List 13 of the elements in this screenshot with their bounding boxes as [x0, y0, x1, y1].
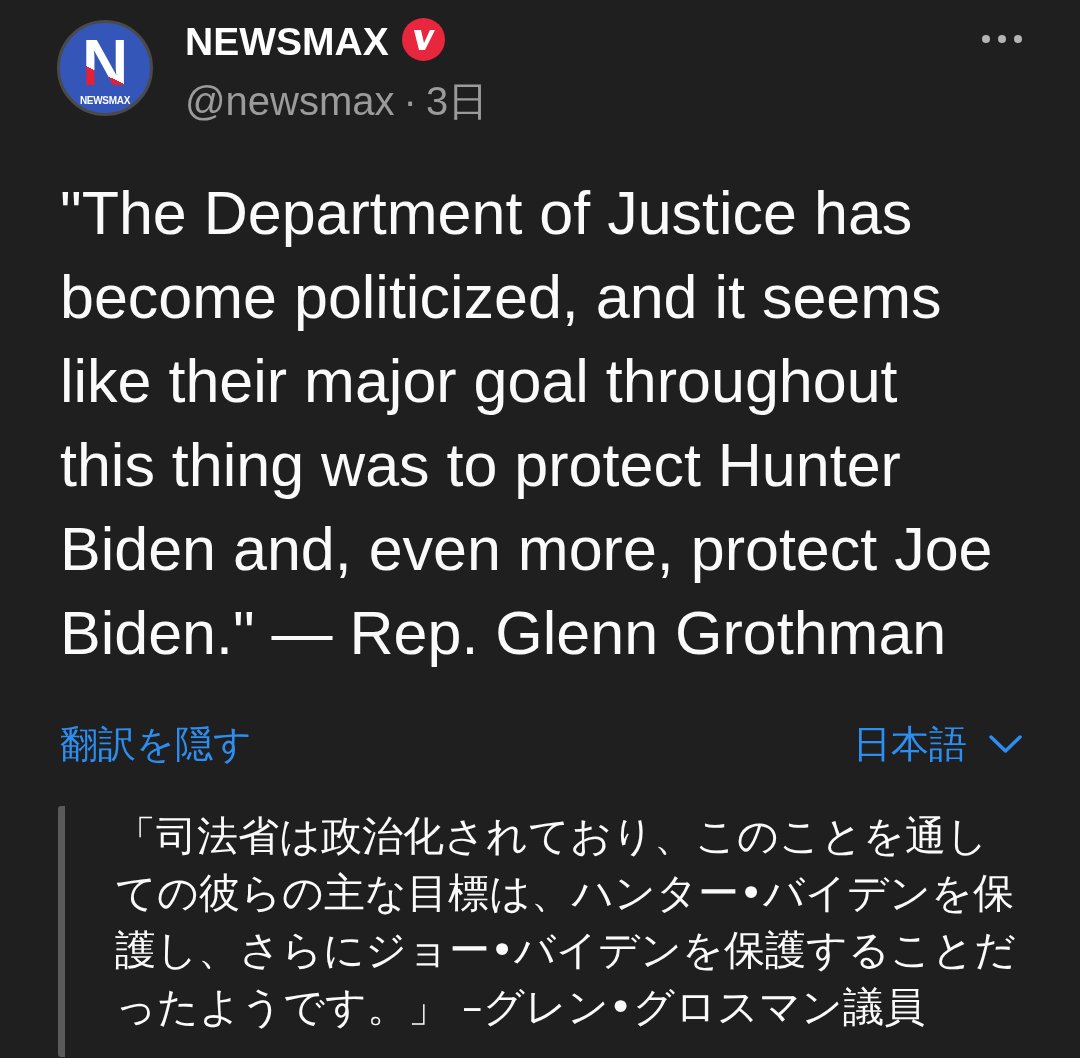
- avatar-logo[interactable]: N NEWSMAX: [57, 20, 153, 116]
- logo-text: NEWSMAX: [79, 96, 131, 106]
- post-time: 3日: [425, 78, 489, 124]
- post-text: "The Department of Justice has become politicized, and it seems like their major goal throughout this thing was to protect Hunter Biden and, even more, protect Joe Biden." — Rep. Glenn Grothman: [60, 178, 994, 669]
- more-options-button[interactable]: [982, 34, 1022, 44]
- translated-text: 「司法省は政治化されており、このことを通しての彼らの主な目標は、ハンター•バイデンを保護し、さらにジョー•バイデンを保護することだったようです。」 –グレン•グロスマン議員: [115, 811, 1018, 1033]
- separator-dot: ·: [403, 78, 417, 124]
- more-icon: [982, 34, 1022, 44]
- author-name[interactable]: NEWSMAX: [185, 20, 389, 64]
- chevron-down-icon: [989, 734, 1022, 754]
- hide-translation-link[interactable]: 翻訳を隠す: [60, 719, 252, 769]
- author-handle: @newsmax: [185, 78, 395, 124]
- language-selector[interactable]: 日本語: [853, 719, 1022, 769]
